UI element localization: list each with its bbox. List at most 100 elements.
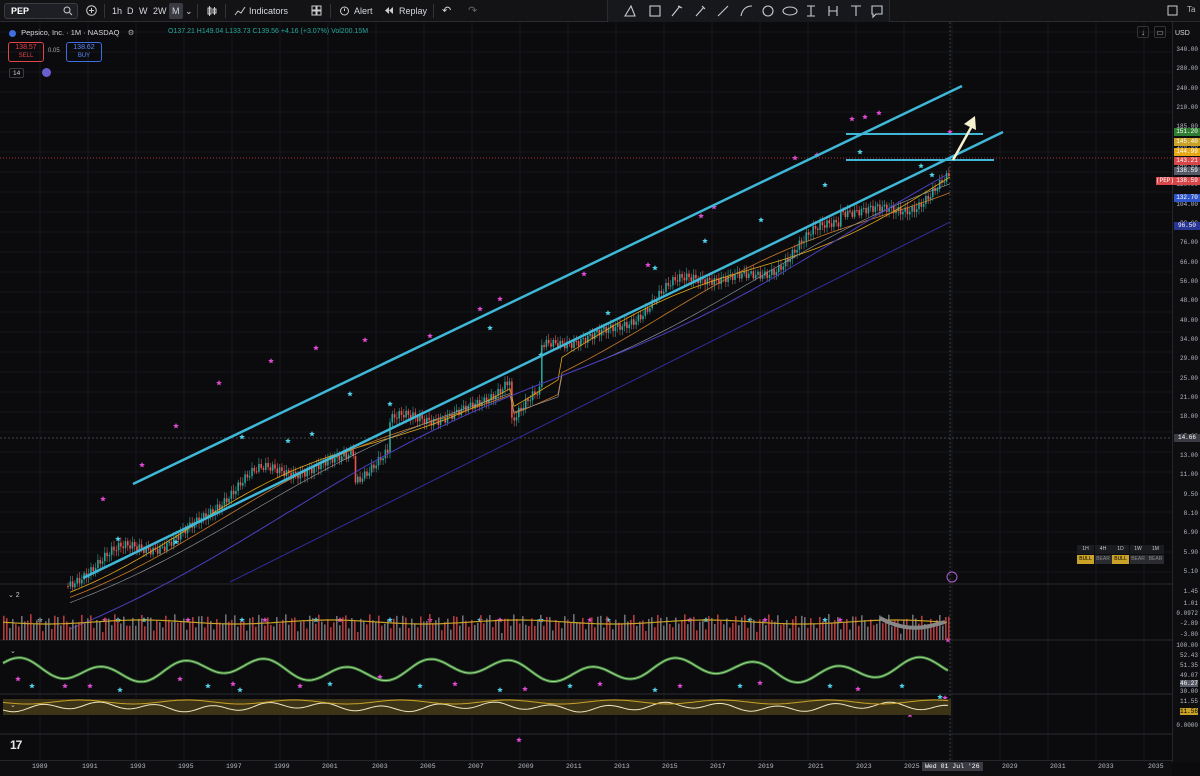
histogram-bar — [450, 629, 452, 640]
time-tick-label: 1997 — [226, 763, 242, 770]
histogram-bar — [69, 627, 71, 640]
timeframe-m[interactable]: M — [169, 3, 183, 19]
histogram-bar — [444, 622, 446, 640]
alert-icon[interactable] — [339, 5, 350, 16]
candle-body — [911, 206, 913, 212]
time-tick-label: 2015 — [662, 763, 678, 770]
histogram-bar — [360, 618, 362, 640]
candle-body — [304, 471, 306, 477]
histogram-bar — [597, 616, 599, 640]
indicators-icon[interactable] — [234, 5, 246, 17]
add-symbol-icon[interactable] — [86, 5, 97, 16]
histogram-bar — [357, 632, 359, 640]
fullscreen-icon[interactable] — [1167, 5, 1178, 16]
histogram-bar — [762, 620, 764, 640]
sell-button[interactable]: 138.57 SELL — [8, 42, 44, 62]
histogram-bar — [321, 621, 323, 640]
candle-body — [633, 319, 635, 325]
histogram-bar — [255, 626, 257, 640]
candle-body — [796, 249, 798, 253]
buy-signal-star — [827, 683, 833, 689]
chevron-down-icon[interactable]: ⌄ — [185, 3, 193, 19]
candle-body — [674, 277, 676, 281]
buy-signal-star — [497, 687, 503, 693]
time-tick-label: 2013 — [614, 763, 630, 770]
histogram-bar — [738, 625, 740, 640]
candle-body — [345, 452, 348, 459]
price-tick-label: 18.00 — [1179, 413, 1198, 421]
time-tick-label: 2023 — [856, 763, 872, 770]
histogram-bar — [672, 627, 674, 640]
timeframe-w[interactable]: W — [139, 3, 148, 19]
histogram-bar — [825, 621, 827, 640]
symbol-search[interactable]: PEP — [4, 3, 78, 19]
candle-body — [869, 205, 872, 208]
legend-settings-icon[interactable]: ⚙ — [128, 28, 135, 37]
pane-collapse-icon[interactable]: ⌄ — [10, 648, 16, 655]
indicators-button[interactable]: Indicators — [249, 3, 288, 19]
pane-label[interactable]: ⌄ 2 — [8, 592, 20, 599]
histogram-bar — [684, 614, 686, 640]
sell-signal-star — [177, 676, 183, 682]
candle-body — [499, 388, 502, 394]
histogram-bar — [723, 624, 725, 640]
candle-body — [373, 464, 375, 469]
currency-label[interactable]: USD — [1175, 30, 1190, 37]
candle-body — [106, 552, 108, 557]
pane-collapse-icon[interactable]: ⌄ — [10, 702, 16, 709]
histogram-bar — [732, 622, 734, 640]
histogram-bar — [384, 623, 386, 640]
histogram-bar — [588, 622, 590, 640]
histogram-bar — [714, 624, 716, 640]
candle-body — [577, 341, 580, 346]
histogram-bar — [669, 624, 671, 640]
indicators-collapse-button[interactable]: 14 — [9, 68, 25, 78]
histogram-bar — [81, 614, 83, 640]
histogram-bar — [582, 617, 584, 640]
candle-body — [835, 219, 837, 223]
replay-button[interactable]: Replay — [399, 3, 427, 19]
histogram-bar — [594, 627, 596, 640]
candle-body — [101, 561, 104, 564]
candlesticks — [67, 167, 950, 591]
histogram-bar — [126, 625, 128, 640]
drawing-tools-icons — [624, 4, 883, 19]
buy-button[interactable]: 138.62 BUY — [66, 42, 102, 62]
histogram-bar — [867, 626, 869, 640]
candle-body — [209, 509, 212, 515]
price-axis[interactable]: USD 340.00 280.00 240.00 210.00 185.00 160.00… — [1156, 22, 1200, 762]
candle-body — [554, 339, 557, 344]
buy-signal-star — [117, 687, 123, 693]
candle-body — [858, 210, 860, 216]
histogram-bar — [861, 615, 863, 640]
axis-reset-button[interactable]: ▭ — [1154, 26, 1166, 38]
replay-icon[interactable] — [384, 5, 395, 16]
price-chart[interactable]: ⌄ 2 ⌄ ⌄ — [0, 22, 1172, 762]
candle-style-icon[interactable] — [206, 5, 218, 17]
candle-body — [626, 321, 628, 329]
histogram-bar — [852, 616, 854, 640]
histogram-bar — [195, 627, 197, 640]
timeframe-1h[interactable]: 1h — [112, 3, 122, 19]
histogram-bar — [345, 615, 347, 640]
candle-body — [92, 567, 95, 572]
histogram-bar — [711, 618, 713, 640]
price-tick-label: 76.00 — [1179, 239, 1198, 247]
candle-body — [421, 415, 423, 419]
redo-icon[interactable]: ↷ — [468, 3, 477, 19]
histogram-bar — [60, 625, 62, 640]
sell-signal-star — [216, 380, 222, 386]
pane-value-label: 49.07 — [1179, 672, 1198, 679]
alert-button[interactable]: Alert — [354, 3, 373, 19]
axis-scroll-button[interactable]: ↓ — [1137, 26, 1149, 38]
buy-signal-star — [115, 536, 121, 542]
undo-icon[interactable]: ↶ — [442, 3, 451, 19]
sell-signal-star — [849, 116, 855, 122]
time-axis[interactable]: 1989 1991 1993 1995 1997 1999 2001 2003 2005 2007… — [0, 760, 1172, 776]
layout-grid-icon[interactable] — [311, 5, 322, 16]
timeframe-2w[interactable]: 2W — [153, 3, 167, 19]
candle-body — [81, 579, 83, 584]
histogram-bar — [585, 629, 587, 640]
timeframe-d[interactable]: D — [127, 3, 134, 19]
indicator-source-icon[interactable] — [42, 68, 51, 77]
